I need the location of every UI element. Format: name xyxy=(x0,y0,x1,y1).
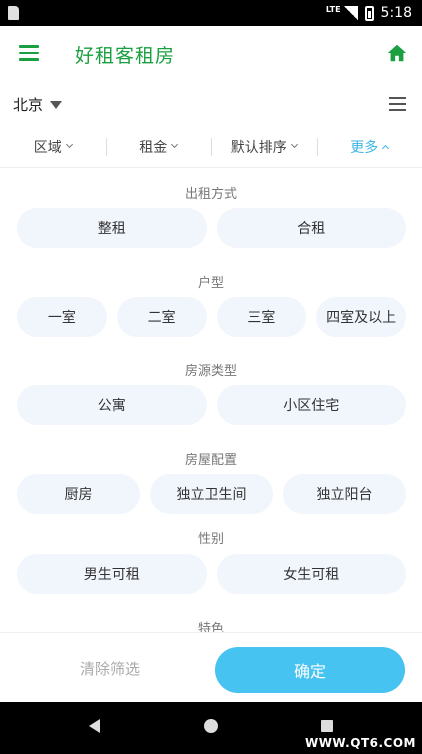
tab-label: 默认排序 xyxy=(230,139,287,156)
battery-icon xyxy=(364,5,374,21)
signal-icon xyxy=(343,6,358,20)
gender-options: 男生可租 女生可租 xyxy=(17,554,406,594)
tab-sort[interactable]: 默认排序 xyxy=(211,126,317,167)
option-whole-rent[interactable]: 整租 xyxy=(17,208,207,248)
city-selector[interactable]: 北京 xyxy=(13,94,43,115)
action-bar: 清除筛选 确定 xyxy=(0,632,422,702)
section-title-config: 房屋配置 xyxy=(184,453,237,468)
section-title-housing-type: 房源类型 xyxy=(184,364,237,379)
option-male[interactable]: 男生可租 xyxy=(17,554,207,594)
menu-icon[interactable] xyxy=(19,45,39,61)
recent-apps-icon[interactable] xyxy=(321,720,333,732)
clear-filter-button[interactable]: 清除筛选 xyxy=(20,645,200,691)
rent-type-options: 整租 合租 xyxy=(17,208,406,248)
city-row: 北京 xyxy=(0,82,422,126)
watermark: WWW.QT6.COM xyxy=(304,736,416,750)
section-title-rent-type: 出租方式 xyxy=(184,187,237,202)
app-bar: 好租客租房 xyxy=(0,26,422,82)
section-title-gender: 性别 xyxy=(197,532,224,547)
tab-label: 更多 xyxy=(350,139,379,156)
section-title-layout: 户型 xyxy=(197,276,224,291)
back-icon[interactable] xyxy=(89,719,100,733)
sim-card-icon xyxy=(8,6,19,20)
option-kitchen[interactable]: 厨房 xyxy=(17,474,140,514)
chevron-up-icon xyxy=(382,144,390,152)
option-private-bathroom[interactable]: 独立卫生间 xyxy=(150,474,273,514)
option-shared-rent[interactable]: 合租 xyxy=(216,208,406,248)
list-view-icon[interactable] xyxy=(389,97,406,111)
tab-area[interactable]: 区域 xyxy=(0,126,106,167)
chevron-down-icon xyxy=(65,140,73,149)
tab-label: 区域 xyxy=(33,139,62,156)
config-options: 厨房 独立卫生间 独立阳台 xyxy=(17,474,406,514)
status-icons: LTE 5:18 xyxy=(326,0,412,26)
option-one-room[interactable]: 一室 xyxy=(17,297,107,337)
home-circle-icon[interactable] xyxy=(204,719,218,733)
option-two-room[interactable]: 二室 xyxy=(116,297,207,337)
option-residential[interactable]: 小区住宅 xyxy=(216,385,406,425)
tab-rent[interactable]: 租金 xyxy=(105,126,212,167)
option-private-balcony[interactable]: 独立阳台 xyxy=(283,474,406,514)
confirm-button[interactable]: 确定 xyxy=(215,647,405,693)
status-bar: LTE 5:18 xyxy=(0,0,422,26)
navigation-bar: WWW.QT6.COM xyxy=(0,702,422,754)
chevron-down-icon xyxy=(290,140,298,149)
clock: 5:18 xyxy=(380,5,412,21)
tab-label: 租金 xyxy=(139,139,168,156)
tab-more[interactable]: 更多 xyxy=(316,126,422,167)
option-female[interactable]: 女生可租 xyxy=(216,554,406,594)
caret-down-icon[interactable] xyxy=(50,101,62,109)
option-four-plus-room[interactable]: 四室及以上 xyxy=(316,297,406,337)
filter-tabs: 区域 租金 默认排序 更多 xyxy=(0,126,422,168)
section-title-features: 特色 xyxy=(197,622,224,632)
app-title: 好租客租房 xyxy=(75,45,176,67)
chevron-down-icon xyxy=(171,140,179,149)
option-three-room[interactable]: 三室 xyxy=(216,297,307,337)
network-type: LTE xyxy=(325,4,341,14)
housing-type-options: 公寓 小区住宅 xyxy=(17,385,406,425)
home-icon[interactable] xyxy=(386,42,408,64)
filter-panel[interactable]: 出租方式 整租 合租 户型 一室 二室 三室 四室及以上 房源类型 公寓 小区住… xyxy=(0,168,422,632)
option-apartment[interactable]: 公寓 xyxy=(17,385,207,425)
layout-options: 一室 二室 三室 四室及以上 xyxy=(17,297,406,337)
